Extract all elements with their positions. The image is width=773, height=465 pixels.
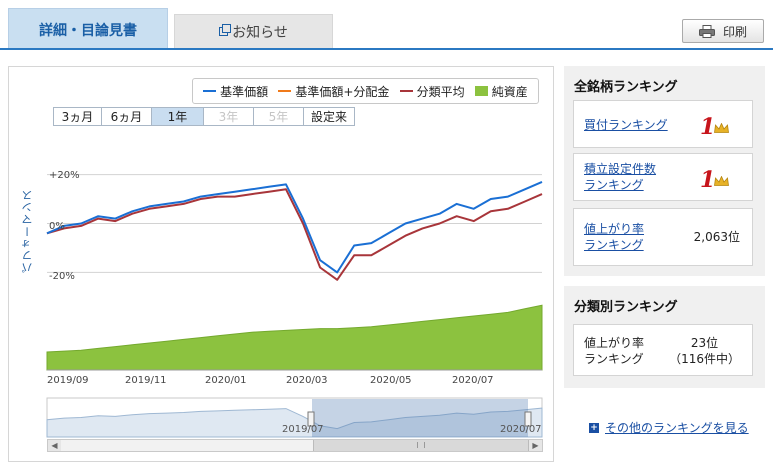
period-selector: 3ヵ月 6ヵ月 1年 3年 5年 設定来: [53, 107, 355, 126]
series-line-nav: [46, 180, 543, 274]
ranking-card-price-gain: 値上がり率ランキング 2,063位: [573, 208, 753, 266]
x-tick-label: 2019/11: [125, 375, 167, 386]
legend-item-nav-dividend[interactable]: 基準価額+分配金: [278, 83, 389, 100]
legend-swatch: [203, 90, 217, 92]
x-tick-label: 2020/01: [205, 375, 247, 386]
crown-icon: [714, 123, 729, 133]
all-fund-ranking-title: 全銘柄ランキング: [574, 80, 678, 95]
x-tick-label: 2019/09: [47, 375, 89, 386]
link-line: ランキング: [584, 238, 644, 252]
x-tick-label: 2020/05: [370, 375, 412, 386]
ranking-card-purchase: 買付ランキング 1: [573, 100, 753, 148]
x-tick-label: 2020/03: [286, 375, 328, 386]
ranking-card-savings: 積立設定件数 ランキング 1: [573, 153, 753, 201]
legend-label: 基準価額: [220, 84, 269, 99]
category-gain-label: 値上がり率ランキング: [584, 335, 644, 367]
link-line: 積立設定件数: [584, 162, 657, 176]
legend-swatch: [399, 90, 413, 92]
legend-swatch: [278, 90, 292, 92]
more-rankings-link[interactable]: + その他のランキングを見る: [589, 419, 749, 436]
link-line: 値上がり率: [584, 222, 645, 236]
chart-scrollbar[interactable]: ◀ ▶: [47, 439, 543, 452]
navigator-selection: [312, 399, 528, 437]
category-ranking: 分類別ランキング 値上がり率ランキング 23位 （116件中）: [564, 286, 765, 388]
scroll-right-arrow-icon[interactable]: ▶: [529, 440, 542, 451]
y-tick-label: -20%: [49, 271, 75, 282]
chart-legend: 基準価額 基準価額+分配金 分類平均 純資産: [192, 78, 539, 104]
all-fund-ranking: 全銘柄ランキング 買付ランキング 1 積立設定件数 ランキング 1 値上がり率ラン…: [564, 66, 765, 276]
legend-item-nav[interactable]: 基準価額: [203, 83, 268, 100]
price-gain-ranking-link[interactable]: 値上がり率ランキング: [584, 221, 644, 253]
link-line: ランキング: [584, 178, 644, 192]
period-since-inception-button[interactable]: 設定来: [304, 108, 354, 125]
legend-label: 基準価額+分配金: [295, 84, 390, 99]
category-rank-value: 23位 （116件中）: [669, 335, 740, 367]
y-axis-label: パフォーマンス: [21, 189, 34, 273]
legend-item-category-average[interactable]: 分類平均: [399, 83, 465, 100]
scroll-thumb[interactable]: [313, 440, 529, 451]
legend-label: 分類平均: [416, 84, 465, 99]
legend-label: 純資産: [491, 84, 528, 99]
period-3m-button[interactable]: 3ヵ月: [54, 108, 102, 125]
period-1y-button[interactable]: 1年: [152, 108, 204, 125]
x-tick-label: 2020/07: [452, 375, 494, 386]
savings-ranking-link[interactable]: 積立設定件数 ランキング: [584, 161, 656, 193]
ranking-card-category-gain: 値上がり率ランキング 23位 （116件中）: [573, 324, 753, 376]
purchase-ranking-link[interactable]: 買付ランキング: [584, 117, 668, 133]
label-line: ランキング: [584, 352, 644, 366]
plus-icon: +: [589, 422, 599, 433]
period-6m-button[interactable]: 6ヵ月: [102, 108, 152, 125]
rank-line: （116件中）: [669, 352, 740, 366]
y-tick-label: +20%: [49, 170, 80, 181]
category-ranking-title: 分類別ランキング: [574, 300, 678, 315]
legend-swatch: [474, 86, 488, 96]
rank-value: 2,063位: [693, 230, 740, 244]
more-rankings-label: その他のランキングを見る: [605, 421, 749, 435]
crown-icon: [714, 176, 729, 186]
label-line: 値上がり率: [584, 336, 645, 350]
series-area-net-assets: [46, 304, 543, 371]
period-3y-button[interactable]: 3年: [204, 108, 254, 125]
period-5y-button[interactable]: 5年: [254, 108, 304, 125]
grip-icon: [417, 442, 425, 448]
rank-line: 23位: [690, 336, 719, 350]
navigator-label: 2019/07: [282, 424, 324, 435]
y-tick-label: 0%: [49, 221, 65, 232]
navigator-label: 2020/07: [500, 424, 542, 435]
legend-item-net-assets[interactable]: 純資産: [474, 83, 528, 100]
scroll-left-arrow-icon[interactable]: ◀: [48, 440, 61, 451]
